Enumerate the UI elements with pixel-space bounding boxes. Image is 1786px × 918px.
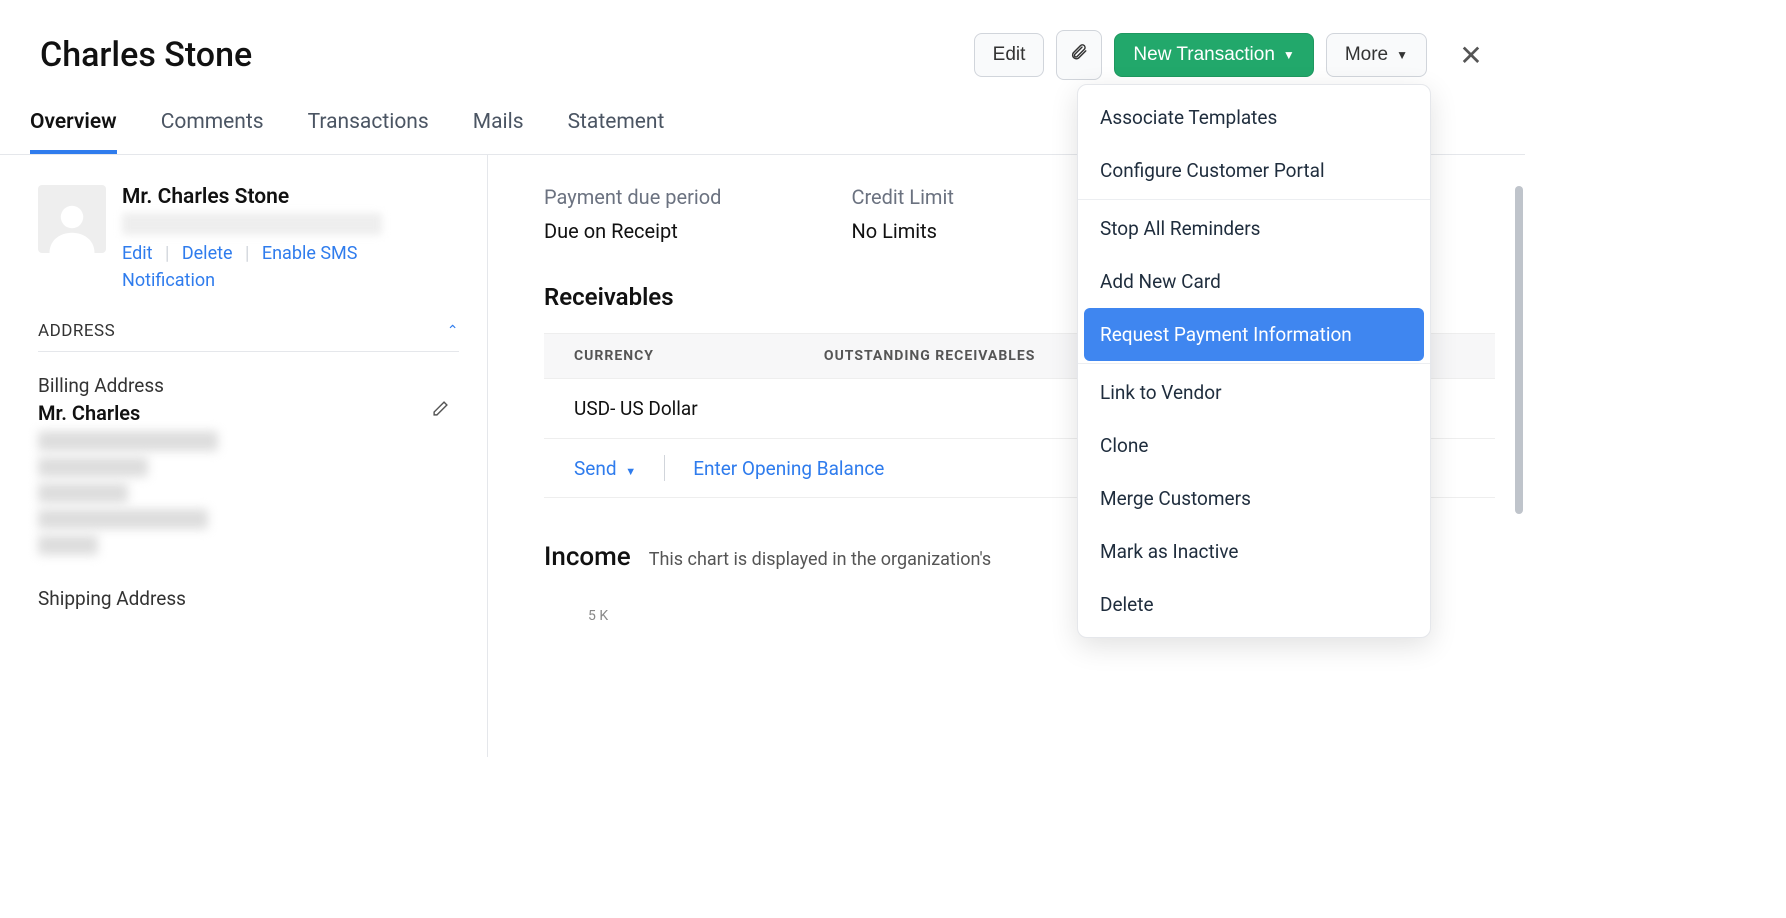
- income-title: Income: [544, 542, 631, 572]
- edit-button[interactable]: Edit: [974, 33, 1045, 77]
- new-transaction-label: New Transaction: [1133, 44, 1275, 66]
- profile-edit-link[interactable]: Edit: [122, 243, 152, 264]
- page-title: Charles Stone: [40, 35, 974, 75]
- income-subtitle: This chart is displayed in the organizat…: [649, 549, 991, 570]
- more-dropdown-menu: Associate TemplatesConfigure Customer Po…: [1077, 84, 1431, 638]
- chevron-up-icon: ⌃: [447, 323, 459, 339]
- separator: |: [165, 243, 169, 264]
- paperclip-icon: [1070, 41, 1088, 69]
- redacted-text: [122, 213, 382, 235]
- address-section-header[interactable]: ADDRESS ⌃: [38, 321, 459, 352]
- menu-item-stop-all-reminders[interactable]: Stop All Reminders: [1078, 202, 1430, 255]
- shipping-address-label: Shipping Address: [38, 587, 459, 610]
- credit-limit-value: No Limits: [851, 219, 953, 243]
- separator: |: [245, 243, 249, 264]
- avatar: [38, 185, 106, 253]
- menu-item-mark-as-inactive[interactable]: Mark as Inactive: [1078, 525, 1430, 578]
- caret-down-icon: ▼: [625, 465, 636, 478]
- pencil-icon[interactable]: [432, 400, 449, 422]
- send-dropdown[interactable]: Send ▼: [574, 457, 636, 480]
- menu-item-request-payment-information[interactable]: Request Payment Information: [1084, 308, 1424, 361]
- tab-overview[interactable]: Overview: [30, 110, 117, 154]
- separator: [664, 455, 665, 481]
- address-head-label: ADDRESS: [38, 321, 115, 341]
- new-transaction-button[interactable]: New Transaction ▼: [1114, 33, 1313, 77]
- payment-due-value: Due on Receipt: [544, 219, 721, 243]
- menu-item-link-to-vendor[interactable]: Link to Vendor: [1078, 366, 1430, 419]
- billing-address-name: Mr. Charles: [38, 401, 140, 425]
- profile-enable-sms-link[interactable]: Enable SMS: [262, 243, 358, 264]
- more-button[interactable]: More ▼: [1326, 33, 1427, 77]
- menu-separator: [1078, 199, 1430, 200]
- tab-transactions[interactable]: Transactions: [308, 110, 429, 154]
- enter-opening-balance-link[interactable]: Enter Opening Balance: [693, 457, 884, 480]
- payment-due-label: Payment due period: [544, 185, 721, 209]
- caret-down-icon: ▼: [1396, 48, 1408, 62]
- profile-notification-link[interactable]: Notification: [122, 270, 215, 291]
- tab-statement[interactable]: Statement: [568, 110, 665, 154]
- menu-item-delete[interactable]: Delete: [1078, 578, 1430, 631]
- profile-delete-link[interactable]: Delete: [182, 243, 233, 264]
- th-currency: CURRENCY: [574, 348, 654, 364]
- redacted-address: [38, 431, 459, 555]
- more-label: More: [1345, 44, 1388, 66]
- th-outstanding: OUTSTANDING RECEIVABLES: [824, 348, 1035, 364]
- scrollbar[interactable]: [1515, 186, 1523, 514]
- menu-item-add-new-card[interactable]: Add New Card: [1078, 255, 1430, 308]
- menu-item-associate-templates[interactable]: Associate Templates: [1078, 91, 1430, 144]
- profile-name: Mr. Charles Stone: [122, 185, 459, 209]
- credit-limit-label: Credit Limit: [851, 185, 953, 209]
- menu-item-configure-customer-portal[interactable]: Configure Customer Portal: [1078, 144, 1430, 197]
- menu-separator: [1078, 363, 1430, 364]
- menu-item-clone[interactable]: Clone: [1078, 419, 1430, 472]
- cell-currency: USD- US Dollar: [574, 397, 698, 420]
- caret-down-icon: ▼: [1283, 48, 1295, 62]
- billing-address-label: Billing Address: [38, 374, 459, 397]
- tab-comments[interactable]: Comments: [161, 110, 264, 154]
- tab-mails[interactable]: Mails: [473, 110, 524, 154]
- close-icon[interactable]: ✕: [1457, 39, 1485, 72]
- menu-item-merge-customers[interactable]: Merge Customers: [1078, 472, 1430, 525]
- attachment-button[interactable]: [1056, 30, 1102, 80]
- send-label: Send: [574, 457, 617, 480]
